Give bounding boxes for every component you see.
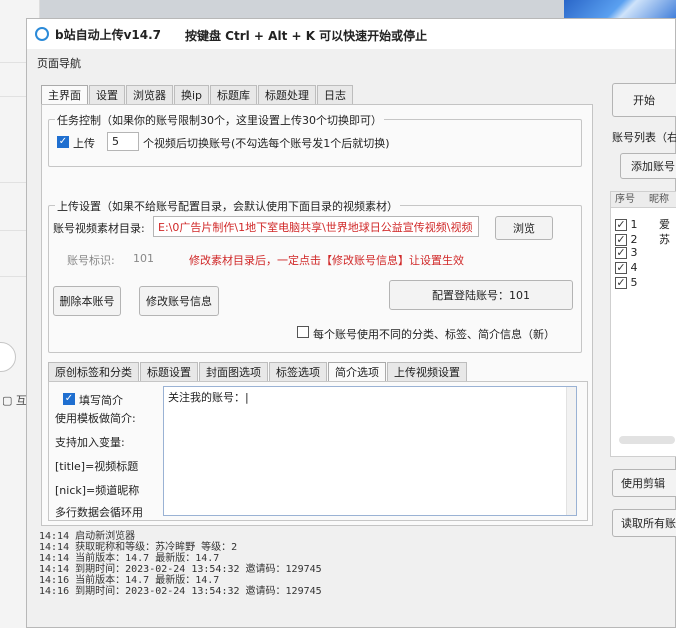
- row-checkbox[interactable]: ✓: [615, 262, 627, 274]
- row-no: 1: [630, 218, 638, 231]
- upload-label: 上传: [73, 137, 95, 150]
- log-line: 14:14 到期时间：2023-02-24 13:54:32 邀请码：12974…: [39, 564, 322, 575]
- tab-title-processing[interactable]: 标题处理: [258, 85, 317, 104]
- directory-warning: 修改素材目录后，一定点击【修改账号信息】让设置生效: [189, 254, 464, 267]
- table-hscrollbar[interactable]: [619, 436, 675, 444]
- tab-browser[interactable]: 浏览器: [126, 85, 173, 104]
- intro-note: [title]=视频标题: [55, 460, 139, 473]
- subtab-title-settings[interactable]: 标题设置: [140, 362, 198, 381]
- folder-label: 账号视频素材目录:: [53, 222, 145, 235]
- background-partial-text: ▢ 互: [2, 394, 27, 407]
- main-window: b站自动上传v14.7 按键盘 Ctrl + Alt + K 可以快速开始或停止…: [26, 18, 676, 628]
- app-icon: [35, 27, 49, 41]
- browse-button[interactable]: 浏览: [495, 216, 553, 240]
- task-control-legend: 任务控制（如果你的账号限制30个，这里设置上传30个切换即可）: [55, 112, 384, 128]
- header-no: 序号: [615, 194, 635, 205]
- account-table: 序号 昵称 ✓ 1 爱 ✓ 2 苏 ✓ 3 ✓ 4 ✓ 5: [610, 191, 676, 457]
- row-no: 2: [630, 233, 638, 246]
- account-list-label: 账号列表（右: [612, 131, 676, 144]
- subtab-intro-options[interactable]: 简介选项: [328, 362, 386, 381]
- subtab-tag-options[interactable]: 标签选项: [269, 362, 327, 381]
- per-account-label: 每个账号使用不同的分类、标签、简介信息（新）: [313, 328, 555, 341]
- row-checkbox[interactable]: ✓: [615, 277, 627, 289]
- task-control-group: 任务控制（如果你的账号限制30个，这里设置上传30个切换即可） ✓ 上传 5 个…: [48, 112, 582, 167]
- textarea-scrollbar[interactable]: [566, 387, 576, 515]
- intro-note: 使用模板做简介:: [55, 412, 136, 425]
- tab-title-library[interactable]: 标题库: [210, 85, 258, 104]
- intro-tab-panel: ✓ 填写简介 使用模板做简介: 支持加入变量: [title]=视频标题 [ni…: [48, 381, 588, 521]
- switch-description: 个视频后切换账号(不勾选每个账号发1个后就切换): [143, 137, 390, 150]
- row-no: 4: [630, 261, 638, 274]
- fill-intro-label: 填写简介: [79, 394, 123, 407]
- title-bar: b站自动上传v14.7 按键盘 Ctrl + Alt + K 可以快速开始或停止: [27, 19, 675, 49]
- row-no: 5: [630, 276, 638, 289]
- log-line: 14:14 获取昵称和等级：苏冷眸野 等级：2: [39, 542, 238, 553]
- account-row[interactable]: ✓ 1 爱: [615, 216, 670, 232]
- account-row[interactable]: ✓ 4: [615, 261, 638, 274]
- log-line: 14:14 启动新浏览器: [39, 531, 136, 542]
- account-row[interactable]: ✓ 3: [615, 246, 638, 259]
- row-checkbox[interactable]: ✓: [615, 234, 627, 246]
- configure-login-button[interactable]: 配置登陆账号：101: [389, 280, 573, 310]
- tab-main[interactable]: 主界面: [41, 85, 88, 104]
- log-line: 14:16 当前版本：14.7 最新版：14.7: [39, 575, 220, 586]
- delete-account-button[interactable]: 删除本账号: [53, 286, 121, 316]
- account-table-header: 序号 昵称: [611, 192, 676, 208]
- background-circle-button: [0, 342, 16, 372]
- tab-change-ip[interactable]: 换ip: [174, 85, 210, 104]
- sub-tab-bar: 原创标签和分类 标题设置 封面图选项 标签选项 简介选项 上传视频设置: [48, 362, 468, 381]
- row-checkbox[interactable]: ✓: [615, 219, 627, 231]
- window-title: b站自动上传v14.7: [55, 27, 162, 42]
- intro-textarea[interactable]: 关注我的账号：|: [163, 386, 577, 516]
- modify-account-button[interactable]: 修改账号信息: [139, 286, 219, 316]
- tab-settings[interactable]: 设置: [89, 85, 125, 104]
- subtab-upload-video-settings[interactable]: 上传视频设置: [387, 362, 467, 381]
- account-id-label: 账号标识:: [67, 254, 115, 267]
- log-output: 14:14 启动新浏览器 14:14 获取昵称和等级：苏冷眸野 等级：2 14:…: [39, 531, 322, 597]
- header-nickname: 昵称: [649, 194, 669, 205]
- intro-note: [nick]=频道昵称: [55, 484, 140, 497]
- row-checkbox[interactable]: ✓: [615, 247, 627, 259]
- tab-log[interactable]: 日志: [317, 85, 354, 104]
- upload-settings-group: 上传设置（如果不给账号配置目录，会默认使用下面目录的视频素材） 账号视频素材目录…: [48, 198, 582, 353]
- account-row[interactable]: ✓ 2 苏: [615, 231, 670, 247]
- account-row[interactable]: ✓ 5: [615, 276, 638, 289]
- hotkey-hint: 按键盘 Ctrl + Alt + K 可以快速开始或停止: [185, 29, 428, 43]
- log-line: 14:14 当前版本：14.7 最新版：14.7: [39, 553, 220, 564]
- use-edit-button[interactable]: 使用剪辑: [612, 469, 676, 497]
- fill-intro-checkbox[interactable]: ✓: [63, 393, 75, 405]
- main-panel: 任务控制（如果你的账号限制30个，这里设置上传30个切换即可） ✓ 上传 5 个…: [41, 104, 593, 526]
- upload-count-input[interactable]: 5: [107, 132, 139, 151]
- intro-note: 支持加入变量:: [55, 436, 125, 449]
- main-tab-bar: 主界面 设置 浏览器 换ip 标题库 标题处理 日志: [41, 85, 354, 104]
- subtab-cover-options[interactable]: 封面图选项: [199, 362, 268, 381]
- row-name: 爱: [659, 218, 670, 231]
- upload-settings-legend: 上传设置（如果不给账号配置目录，会默认使用下面目录的视频素材）: [55, 198, 400, 214]
- upload-checkbox[interactable]: ✓: [57, 136, 69, 148]
- folder-path-input[interactable]: E:\0广告片制作\1地下室电脑共享\世界地球日公益宣传视频\视频: [153, 216, 479, 237]
- start-button[interactable]: 开始: [612, 83, 676, 117]
- row-name: 苏: [659, 233, 670, 246]
- read-all-accounts-button[interactable]: 读取所有账: [612, 509, 676, 537]
- add-account-button[interactable]: 添加账号: [620, 153, 676, 179]
- log-line: 14:16 到期时间：2023-02-24 13:54:32 邀请码：12974…: [39, 586, 322, 597]
- subtab-original-tags[interactable]: 原创标签和分类: [48, 362, 139, 381]
- account-id-value: 101: [133, 252, 154, 265]
- intro-textarea-value: 关注我的账号：|: [168, 391, 249, 404]
- page-nav[interactable]: 页面导航: [37, 55, 81, 71]
- intro-note: 多行数据会循环用: [55, 506, 143, 519]
- row-no: 3: [630, 246, 638, 259]
- per-account-checkbox[interactable]: [297, 326, 309, 338]
